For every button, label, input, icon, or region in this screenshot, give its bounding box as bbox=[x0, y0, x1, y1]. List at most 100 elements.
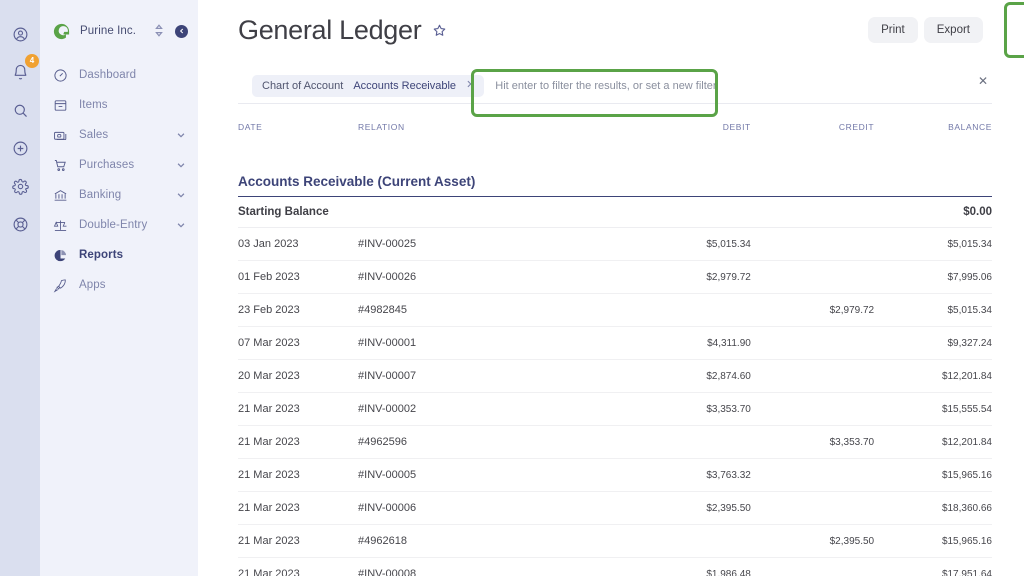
sidebar-item-items[interactable]: Items bbox=[40, 90, 198, 120]
sidebar-item-double-entry[interactable]: Double-Entry bbox=[40, 210, 198, 240]
close-icon[interactable]: ✕ bbox=[466, 80, 475, 91]
sidebar-item-label: Banking bbox=[79, 189, 122, 201]
sidebar-item-label: Sales bbox=[79, 129, 109, 141]
cell-date: 21 Mar 2023 bbox=[238, 458, 359, 492]
cell-debit: $5,015.34 bbox=[619, 227, 751, 261]
chevron-down-icon[interactable] bbox=[176, 220, 186, 230]
cell-credit bbox=[750, 557, 875, 576]
sidebar-item-banking[interactable]: Banking bbox=[40, 180, 198, 210]
table-row[interactable]: 21 Mar 2023 #4962618 $2,395.50 $15,965.16 bbox=[238, 524, 992, 558]
starting-balance-label: Starting Balance bbox=[238, 196, 875, 228]
cell-relation: #INV-00006 bbox=[358, 491, 620, 525]
settings-icon[interactable] bbox=[8, 174, 32, 198]
cell-relation: #4982845 bbox=[358, 293, 620, 327]
chevron-down-icon[interactable] bbox=[176, 130, 186, 140]
star-icon[interactable] bbox=[432, 23, 447, 38]
cell-relation: #INV-00001 bbox=[358, 326, 620, 360]
cell-balance: $15,555.54 bbox=[874, 392, 992, 426]
cell-balance: $9,327.24 bbox=[874, 326, 992, 360]
filter-input[interactable]: Hit enter to filter the results, or set … bbox=[495, 80, 716, 92]
cell-date: 03 Jan 2023 bbox=[238, 227, 359, 261]
cell-debit bbox=[619, 293, 751, 327]
account-icon[interactable] bbox=[8, 22, 32, 46]
starting-balance-row: Starting Balance $0.00 bbox=[238, 196, 992, 228]
cell-date: 01 Feb 2023 bbox=[238, 260, 359, 294]
cell-relation: #INV-00025 bbox=[358, 227, 620, 261]
table-row[interactable]: 07 Mar 2023 #INV-00001 $4,311.90 $9,327.24 bbox=[238, 326, 992, 360]
table-row[interactable]: 21 Mar 2023 #INV-00005 $3,763.32 $15,965.16 bbox=[238, 458, 992, 492]
column-header-debit: DEBIT bbox=[722, 122, 751, 132]
sidebar-item-sales[interactable]: Sales bbox=[40, 120, 198, 150]
cart-icon bbox=[52, 157, 69, 174]
sidebar-item-apps[interactable]: Apps bbox=[40, 270, 198, 300]
sidebar-item-reports[interactable]: Reports bbox=[40, 240, 198, 270]
column-header-relation: RELATION bbox=[358, 122, 405, 132]
cell-balance: $12,201.84 bbox=[874, 425, 992, 459]
filter-chip-chart-of-account[interactable]: Chart of Account Accounts Receivable ✕ bbox=[252, 74, 485, 97]
cell-credit bbox=[750, 458, 875, 492]
cell-debit bbox=[619, 425, 751, 459]
notifications-icon[interactable]: 4 bbox=[8, 54, 39, 84]
cell-credit bbox=[750, 326, 875, 360]
sidebar-item-purchases[interactable]: Purchases bbox=[40, 150, 198, 180]
cell-balance: $17,951.64 bbox=[874, 557, 992, 576]
chevron-left-icon[interactable] bbox=[175, 24, 188, 38]
table-row[interactable]: 21 Mar 2023 #INV-00008 $1,986.48 $17,951.64 bbox=[238, 557, 992, 576]
cell-debit: $2,874.60 bbox=[619, 359, 751, 393]
sidebar: Purine Inc. Dashboard Items Sales Purcha… bbox=[40, 0, 198, 576]
cell-date: 20 Mar 2023 bbox=[238, 359, 359, 393]
print-button[interactable]: Print bbox=[868, 17, 918, 43]
sidebar-item-dashboard[interactable]: Dashboard bbox=[40, 60, 198, 90]
sort-updown-icon[interactable] bbox=[155, 23, 163, 39]
bank-icon bbox=[52, 187, 69, 204]
table-body: Accounts Receivable (Current Asset) Start… bbox=[238, 137, 992, 576]
sidebar-item-label: Apps bbox=[79, 279, 106, 291]
cell-debit: $4,311.90 bbox=[619, 326, 751, 360]
cell-credit bbox=[750, 392, 875, 426]
chevron-down-icon[interactable] bbox=[176, 190, 186, 200]
help-icon[interactable] bbox=[8, 212, 32, 236]
company-switcher[interactable]: Purine Inc. bbox=[40, 14, 198, 48]
export-button[interactable]: Export bbox=[923, 17, 983, 43]
cell-date: 21 Mar 2023 bbox=[238, 392, 359, 426]
chevron-down-icon[interactable] bbox=[176, 160, 186, 170]
section-title: Accounts Receivable (Current Asset) bbox=[238, 174, 476, 189]
cell-credit: $3,353.70 bbox=[750, 425, 875, 459]
sidebar-item-label: Dashboard bbox=[79, 69, 137, 81]
cell-relation: #4962618 bbox=[358, 524, 620, 558]
actions-toolbar: Print Export bbox=[868, 17, 983, 43]
notification-badge: 4 bbox=[25, 54, 39, 68]
gauge-icon bbox=[52, 67, 69, 84]
cell-balance: $15,965.16 bbox=[874, 458, 992, 492]
cell-balance: $18,360.66 bbox=[874, 491, 992, 525]
cell-debit: $1,986.48 bbox=[619, 557, 751, 576]
cell-credit bbox=[750, 359, 875, 393]
table-row[interactable]: 01 Feb 2023 #INV-00026 $2,979.72 $7,995.06 bbox=[238, 260, 992, 294]
table-row[interactable]: 23 Feb 2023 #4982845 $2,979.72 $5,015.34 bbox=[238, 293, 992, 327]
table-row[interactable]: 20 Mar 2023 #INV-00007 $2,874.60 $12,201.84 bbox=[238, 359, 992, 393]
table-row[interactable]: 03 Jan 2023 #INV-00025 $5,015.34 $5,015.34 bbox=[238, 227, 992, 261]
box-icon bbox=[52, 97, 69, 114]
cell-credit bbox=[750, 260, 875, 294]
sidebar-item-label: Purchases bbox=[79, 159, 135, 171]
cell-relation: #INV-00026 bbox=[358, 260, 620, 294]
sidebar-item-label: Items bbox=[79, 99, 108, 111]
close-icon[interactable]: ✕ bbox=[978, 75, 988, 87]
cell-balance: $5,015.34 bbox=[874, 227, 992, 261]
add-icon[interactable] bbox=[8, 136, 32, 160]
table-row[interactable]: 21 Mar 2023 #INV-00006 $2,395.50 $18,360.66 bbox=[238, 491, 992, 525]
cell-balance: $7,995.06 bbox=[874, 260, 992, 294]
cell-balance: $5,015.34 bbox=[874, 293, 992, 327]
search-icon[interactable] bbox=[8, 98, 32, 122]
page-title: General Ledger bbox=[238, 14, 422, 45]
table-row[interactable]: 21 Mar 2023 #INV-00002 $3,353.70 $15,555.54 bbox=[238, 392, 992, 426]
cell-credit: $2,395.50 bbox=[750, 524, 875, 558]
cell-relation: #INV-00007 bbox=[358, 359, 620, 393]
rocket-icon bbox=[52, 277, 69, 294]
column-header-balance: BALANCE bbox=[948, 122, 992, 132]
cell-relation: #INV-00002 bbox=[358, 392, 620, 426]
table-row[interactable]: 21 Mar 2023 #4962596 $3,353.70 $12,201.84 bbox=[238, 425, 992, 459]
cell-date: 23 Feb 2023 bbox=[238, 293, 359, 327]
banknote-icon bbox=[52, 127, 69, 144]
cell-debit: $2,395.50 bbox=[619, 491, 751, 525]
